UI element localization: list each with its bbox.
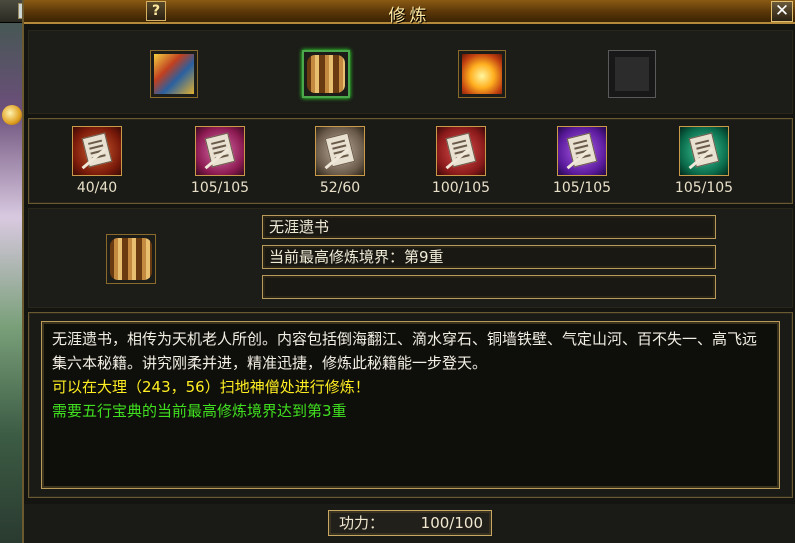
skill-book-2[interactable] xyxy=(195,126,245,176)
skill-book-6[interactable] xyxy=(679,126,729,176)
power-display: 功力： 100/100 xyxy=(328,510,492,536)
description-panel: 无涯遗书，相传为天机老人所创。内容包括倒海翻江、滴水穿石、铜墙铁壁、气定山河、百… xyxy=(28,312,793,498)
skill-book-3[interactable] xyxy=(315,126,365,176)
category-slot-3[interactable] xyxy=(458,50,506,98)
skill-book-5[interactable] xyxy=(557,126,607,176)
close-button[interactable]: ✕ xyxy=(771,1,793,22)
cultivation-window: ? 修炼 ✕ 40/40 105/105 52/60 100/105 105/1… xyxy=(22,0,795,543)
category-slots-panel xyxy=(28,30,793,114)
title-bar[interactable]: ? 修炼 ✕ xyxy=(24,0,795,26)
skill-count-4: 100/105 xyxy=(431,180,491,196)
description-text: 无涯遗书，相传为天机老人所创。内容包括倒海翻江、滴水穿石、铜墙铁壁、气定山河、百… xyxy=(52,330,758,372)
footer-bar: 功力： 100/100 xyxy=(24,504,795,543)
window-title: 修炼 xyxy=(388,6,431,26)
power-value: 100/100 xyxy=(420,514,483,532)
orb-icon xyxy=(2,105,22,125)
skill-count-3: 52/60 xyxy=(319,180,361,196)
power-label: 功力： xyxy=(339,514,385,532)
scroll-bundle-icon xyxy=(110,238,152,280)
requirement-text: 需要五行宝典的当前最高修炼境界达到第3重 xyxy=(52,402,347,420)
skill-book-1[interactable] xyxy=(72,126,122,176)
skill-extra-field xyxy=(262,275,716,299)
skill-count-1: 40/40 xyxy=(76,180,118,196)
detail-icon-slot[interactable] xyxy=(106,234,156,284)
treasure-chest-icon xyxy=(462,54,502,94)
skill-level-field: 当前最高修炼境界：第9重 xyxy=(262,245,716,269)
category-slot-empty[interactable] xyxy=(608,50,656,98)
scroll-bundle-icon xyxy=(307,55,345,93)
skill-count-5: 105/105 xyxy=(552,180,612,196)
category-slot-1[interactable] xyxy=(150,50,198,98)
skill-books-panel: 40/40 105/105 52/60 100/105 105/105 105/… xyxy=(28,118,793,204)
category-slot-2[interactable] xyxy=(302,50,350,98)
skill-count-2: 105/105 xyxy=(190,180,250,196)
training-location-text: 可以在大理（243，56）扫地神僧处进行修炼！ xyxy=(52,378,370,396)
skill-book-4[interactable] xyxy=(436,126,486,176)
skill-count-6: 105/105 xyxy=(674,180,734,196)
colorful-book-icon xyxy=(154,54,194,94)
detail-panel: 无涯遗书 当前最高修炼境界：第9重 xyxy=(28,208,793,308)
skill-name-field: 无涯遗书 xyxy=(262,215,716,239)
description-box: 无涯遗书，相传为天机老人所创。内容包括倒海翻江、滴水穿石、铜墙铁壁、气定山河、百… xyxy=(41,321,780,489)
